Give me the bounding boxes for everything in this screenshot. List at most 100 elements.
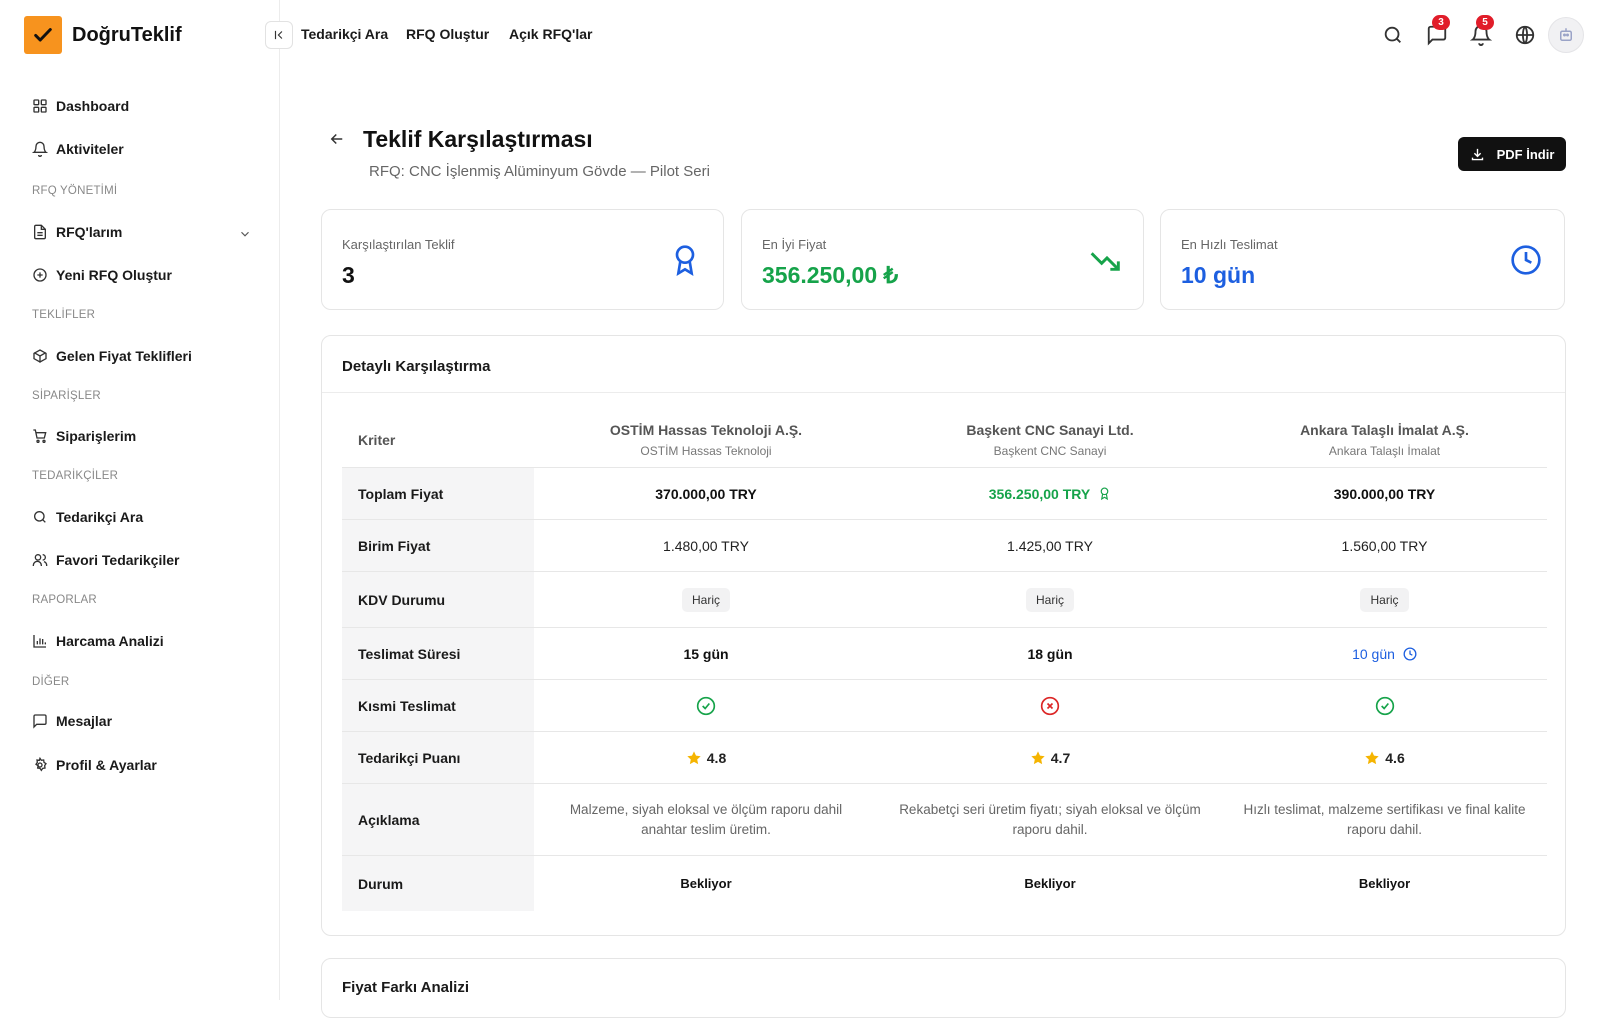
sidebar-item-favori-tedarikciler[interactable]: Favori Tedarikçiler: [32, 549, 179, 571]
clock-icon: [1403, 647, 1417, 660]
criteria-label: Durum: [342, 856, 534, 911]
plus-circle-icon: [33, 268, 47, 282]
sidebar-item-label: Gelen Fiyat Teklifleri: [56, 348, 192, 364]
chevron-down-icon[interactable]: [238, 227, 252, 241]
user-avatar-icon: [1560, 28, 1572, 41]
divider: [322, 392, 1565, 393]
sidebar-item-mesajlar[interactable]: Mesajlar: [32, 710, 112, 732]
pdf-download-button[interactable]: PDF İndir: [1458, 137, 1566, 171]
vat-cell: Hariç: [1222, 572, 1547, 627]
messages-badge: 3: [1432, 15, 1450, 30]
pdf-download-label: PDF İndir: [1496, 146, 1555, 162]
sidebar-item-label: Mesajlar: [56, 713, 113, 729]
nav-section-rfq: RFQ YÖNETİMİ: [32, 185, 118, 197]
sidebar-item-gelen-teklifler[interactable]: Gelen Fiyat Teklifleri: [32, 345, 192, 367]
sidebar-item-label: Aktiviteler: [56, 141, 124, 157]
brand-logo[interactable]: DoğruTeklif: [24, 16, 182, 54]
top-link-tedarikci-ara[interactable]: Tedarikçi Ara: [301, 26, 388, 42]
trending-down-icon: [1090, 252, 1120, 271]
price-analysis-title: Fiyat Farkı Analizi: [342, 979, 469, 996]
sidebar-item-label: Tedarikçi Ara: [56, 509, 144, 525]
sidebar-item-label: Harcama Analizi: [56, 633, 164, 649]
table-row-partial-delivery: Kısmi Teslimat: [342, 680, 1547, 732]
gear-icon: [35, 757, 47, 772]
nav-section-raporlar: RAPORLAR: [32, 594, 97, 606]
stat-label: En Hızlı Teslimat: [1181, 237, 1278, 252]
delivery-cell: 15 gün: [683, 645, 729, 662]
award-icon: [1100, 487, 1109, 501]
unit-price-cell: 1.480,00 TRY: [663, 537, 749, 554]
criteria-header: Kriter: [342, 412, 534, 467]
sidebar-item-yeni-rfq[interactable]: Yeni RFQ Oluştur: [32, 264, 172, 286]
sidebar-item-label: Dashboard: [56, 98, 130, 114]
rating-cell: 4.8: [534, 732, 878, 783]
description-cell: Rekabetçi seri üretim fiyatı; siyah elok…: [899, 801, 1201, 837]
comparison-title: Detaylı Karşılaştırma: [342, 358, 491, 375]
supplier-header-2: Başkent CNC Sanayi Ltd. Başkent CNC Sana…: [878, 412, 1222, 467]
sidebar-item-tedarikci-ara[interactable]: Tedarikçi Ara: [32, 506, 143, 528]
rating-value: 4.8: [706, 749, 727, 766]
message-icon: [33, 714, 47, 729]
partial-delivery-cell: [534, 680, 878, 731]
vat-chip: Hariç: [1360, 587, 1409, 612]
check-circle-icon: [1375, 696, 1394, 715]
bell-icon: [32, 141, 48, 157]
sidebar-item-rfqlarim[interactable]: RFQ'larım: [32, 221, 122, 243]
status-badge: Bekliyor: [1024, 876, 1076, 891]
sidebar-item-dashboard[interactable]: Dashboard: [32, 95, 129, 117]
search-icon[interactable]: [1382, 24, 1404, 46]
sidebar: DoğruTeklif Dashboard Aktiviteler RFQ YÖ…: [0, 0, 280, 1000]
supplier-short-name: OSTİM Hassas Teknoloji: [640, 443, 772, 458]
stat-card-fastest-delivery: En Hızlı Teslimat 10 gün: [1160, 209, 1565, 310]
supplier-header-1: OSTİM Hassas Teknoloji A.Ş. OSTİM Hassas…: [534, 412, 878, 467]
top-link-acik-rfqlar[interactable]: Açık RFQ'lar: [509, 26, 592, 42]
sidebar-item-label: Yeni RFQ Oluştur: [56, 267, 172, 283]
status-badge: Bekliyor: [1358, 876, 1411, 891]
stat-value: 356.250,00 ₺: [762, 262, 899, 288]
comparison-panel: Detaylı Karşılaştırma Kriter OSTİM Hassa…: [321, 335, 1566, 936]
page-title: Teklif Karşılaştırması: [363, 126, 593, 152]
rating-cell: 4.7: [878, 732, 1222, 783]
sidebar-item-siparislerim[interactable]: Siparişlerim: [32, 425, 136, 447]
table-row-vat: KDV Durumu Hariç Hariç Hariç: [342, 572, 1547, 628]
star-icon: [1031, 750, 1045, 764]
nav-section-teklifler: TEKLİFLER: [32, 309, 96, 321]
vat-cell: Hariç: [534, 572, 878, 627]
grid-icon: [33, 99, 47, 113]
globe-icon[interactable]: [1514, 24, 1536, 46]
back-arrow-icon[interactable]: [328, 130, 346, 148]
unit-price-cell: 1.560,00 TRY: [1341, 537, 1428, 554]
rating-cell: 4.6: [1222, 732, 1547, 783]
sidebar-item-profil-ayarlar[interactable]: Profil & Ayarlar: [32, 754, 157, 776]
notifications-badge: 5: [1476, 15, 1494, 30]
sidebar-item-label: Favori Tedarikçiler: [56, 552, 180, 568]
avatar[interactable]: [1548, 17, 1584, 53]
page-subtitle: RFQ: CNC İşlenmiş Alüminyum Gövde — Pilo…: [369, 163, 710, 180]
top-link-rfq-olustur[interactable]: RFQ Oluştur: [406, 26, 489, 42]
vat-chip: Hariç: [1025, 587, 1074, 612]
stat-card-compared: Karşılaştırılan Teklif 3: [321, 209, 724, 310]
total-price-cell-best: 356.250,00 TRY: [878, 468, 1222, 519]
supplier-short-name: Başkent CNC Sanayi: [993, 443, 1107, 458]
sidebar-item-harcama-analizi[interactable]: Harcama Analizi: [32, 630, 164, 652]
nav-section-diger: DİĞER: [32, 676, 70, 688]
comparison-table: Kriter OSTİM Hassas Teknoloji A.Ş. OSTİM…: [342, 412, 1547, 911]
download-icon: [1471, 148, 1483, 160]
nav-section-siparisler: SİPARİŞLER: [32, 390, 101, 402]
total-price-cell: 390.000,00 TRY: [1333, 485, 1436, 502]
criteria-label: Toplam Fiyat: [342, 468, 534, 519]
check-logo-icon: [24, 16, 62, 54]
sidebar-item-aktiviteler[interactable]: Aktiviteler: [32, 138, 124, 160]
collapse-sidebar-button[interactable]: [265, 21, 293, 49]
supplier-name: OSTİM Hassas Teknoloji A.Ş.: [609, 421, 803, 438]
star-icon: [687, 750, 701, 764]
x-circle-icon: [1040, 696, 1060, 715]
supplier-header-3: Ankara Talaşlı İmalat A.Ş. Ankara Talaşl…: [1222, 412, 1547, 467]
table-header: Kriter OSTİM Hassas Teknoloji A.Ş. OSTİM…: [342, 412, 1547, 468]
bar-chart-icon: [33, 635, 46, 648]
brand-name: DoğruTeklif: [72, 23, 182, 46]
table-row-delivery: Teslimat Süresi 15 gün 18 gün 10 gün: [342, 628, 1547, 680]
cart-icon: [33, 429, 47, 443]
supplier-name: Ankara Talaşlı İmalat A.Ş.: [1300, 421, 1469, 438]
unit-price-cell: 1.425,00 TRY: [1007, 537, 1093, 554]
